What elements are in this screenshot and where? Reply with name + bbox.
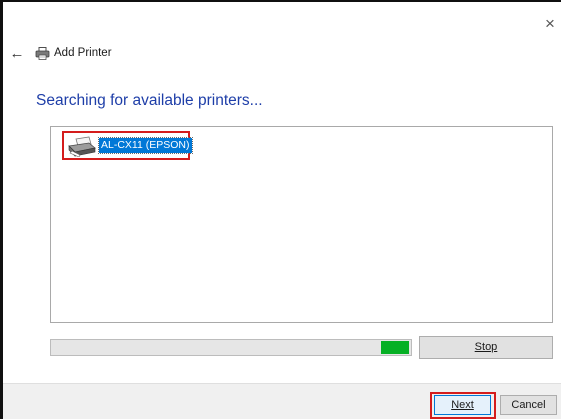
cancel-button[interactable]: Cancel xyxy=(500,395,557,415)
printer-device-icon xyxy=(68,136,96,157)
window-left-edge xyxy=(0,0,3,419)
printer-list-item[interactable]: AL-CX11 (EPSON) xyxy=(62,131,193,160)
search-progress-bar xyxy=(50,339,412,356)
cancel-button-label: Cancel xyxy=(511,399,546,411)
printer-name: AL-CX11 (EPSON) xyxy=(98,137,193,154)
next-button-label: Next xyxy=(451,399,474,411)
back-arrow-icon: ← xyxy=(9,45,25,62)
close-icon: × xyxy=(545,14,555,33)
window-title: Add Printer xyxy=(54,47,112,59)
close-button[interactable]: × xyxy=(540,14,560,34)
printer-list[interactable]: AL-CX11 (EPSON) xyxy=(50,126,553,323)
stop-button-label: Stop xyxy=(474,341,498,353)
page-heading: Searching for available printers... xyxy=(36,92,263,109)
progress-indicator xyxy=(381,341,409,354)
back-button[interactable]: ← xyxy=(6,44,28,64)
window-top-edge xyxy=(0,0,561,2)
stop-button[interactable]: Stop xyxy=(419,336,553,359)
next-button[interactable]: Next xyxy=(434,395,491,415)
printer-icon xyxy=(35,47,50,60)
